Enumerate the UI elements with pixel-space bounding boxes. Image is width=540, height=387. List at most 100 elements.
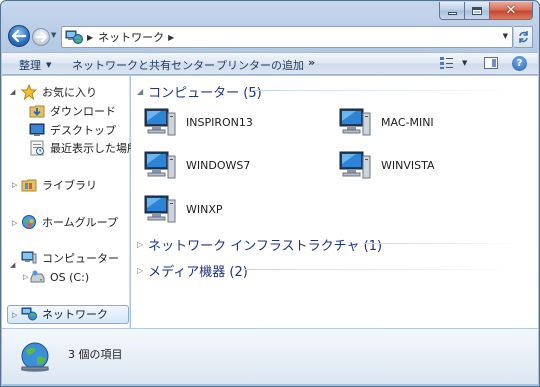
maximize-button[interactable] xyxy=(465,2,490,20)
network-icon xyxy=(21,307,37,321)
tree-item-recent-places[interactable]: 最近表示した場所 xyxy=(29,139,138,157)
refresh-button[interactable] xyxy=(514,26,533,48)
forward-button[interactable] xyxy=(32,28,50,46)
expand-arrow-icon[interactable]: ▷ xyxy=(12,219,17,227)
forward-arrow-icon xyxy=(35,32,47,42)
computer-icon xyxy=(339,108,371,136)
computer-item[interactable]: WINVISTA xyxy=(338,147,435,183)
tree-label-network: ネットワーク xyxy=(42,308,108,321)
chevron-down-icon[interactable]: ▼ xyxy=(462,59,467,67)
change-view-button[interactable]: ▼ xyxy=(439,56,467,70)
group-header-computers[interactable]: ◢ コンピューター (5) xyxy=(137,82,262,101)
tree-item-libraries[interactable]: ライブラリ xyxy=(21,176,97,194)
library-icon xyxy=(21,179,37,192)
recent-places-icon xyxy=(30,140,44,156)
computer-icon xyxy=(144,195,176,223)
computer-item[interactable]: INSPIRON13 xyxy=(143,104,253,140)
drive-icon xyxy=(30,270,45,283)
network-sharing-center-button[interactable]: ネットワークと共有センター xyxy=(72,57,215,73)
details-pane: 3 個の項目 xyxy=(2,328,538,384)
computer-item-label: WINXP xyxy=(186,202,223,216)
help-icon: ? xyxy=(516,58,523,69)
breadcrumb-separator-icon[interactable]: ▶ xyxy=(168,33,174,42)
tree-item-favorites[interactable]: お気に入り xyxy=(21,83,97,101)
group-header-network-infrastructure[interactable]: ▷ ネットワーク インフラストラクチャ (1) xyxy=(137,235,382,254)
network-sharing-center-label: ネットワークと共有センター xyxy=(72,59,215,72)
command-bar: 整理 ▼ ネットワークと共有センター プリンターの追加 » ▼ ? xyxy=(2,52,538,75)
tree-item-computer[interactable]: コンピューター xyxy=(21,249,119,267)
group-title-computers: コンピューター (5) xyxy=(148,86,262,101)
network-icon xyxy=(65,30,83,44)
refresh-icon xyxy=(518,31,528,43)
tree-label-favorites: お気に入り xyxy=(42,86,97,99)
network-globe-icon xyxy=(21,342,49,372)
tree-item-network[interactable]: ネットワーク xyxy=(21,305,108,323)
breadcrumb-separator-icon[interactable]: ▶ xyxy=(87,33,93,42)
group-title-media-devices: メディア機器 (2) xyxy=(148,265,248,280)
collapse-arrow-icon[interactable]: ◢ xyxy=(137,87,143,96)
tree-item-downloads[interactable]: ダウンロード xyxy=(29,102,116,120)
preview-pane-button[interactable] xyxy=(484,57,498,69)
tree-item-os-drive[interactable]: OS (C:) xyxy=(29,268,89,286)
recent-pages-dropdown[interactable]: ▼ xyxy=(51,31,56,39)
organize-label: 整理 xyxy=(19,59,41,72)
breadcrumb-network[interactable]: ネットワーク xyxy=(98,29,164,45)
expand-arrow-icon[interactable]: ▷ xyxy=(23,273,28,281)
expand-arrow-icon[interactable]: ◢ xyxy=(10,261,15,269)
computer-icon xyxy=(144,108,176,136)
chevron-down-icon: ▼ xyxy=(46,61,52,69)
expand-arrow-icon[interactable]: ▷ xyxy=(12,311,17,319)
help-button[interactable]: ? xyxy=(512,56,527,71)
item-count-text: 3 個の項目 xyxy=(68,348,123,361)
computer-item-label: WINDOWS7 xyxy=(186,158,251,172)
expand-arrow-icon[interactable]: ▷ xyxy=(137,266,143,275)
computer-item-label: INSPIRON13 xyxy=(186,115,253,129)
caption-buttons: ✕ xyxy=(439,2,533,20)
tree-label-desktop: デスクトップ xyxy=(50,124,116,137)
computer-item-label: WINVISTA xyxy=(381,158,435,172)
computer-icon xyxy=(144,151,176,179)
group-divider xyxy=(243,269,523,270)
close-button[interactable]: ✕ xyxy=(490,2,533,20)
group-divider xyxy=(251,90,521,91)
expand-arrow-icon[interactable]: ▷ xyxy=(137,240,143,249)
computer-icon xyxy=(21,251,37,264)
group-title-network-infrastructure: ネットワーク インフラストラクチャ (1) xyxy=(148,239,383,254)
homegroup-icon xyxy=(22,215,36,229)
address-dropdown-icon[interactable]: ▼ xyxy=(503,32,508,40)
maximize-icon xyxy=(472,6,482,15)
computer-item[interactable]: WINXP xyxy=(143,191,223,227)
tree-label-recent-places: 最近表示した場所 xyxy=(50,142,138,155)
back-arrow-icon xyxy=(12,30,26,42)
desktop-icon xyxy=(29,123,45,136)
expand-arrow-icon[interactable]: ◢ xyxy=(10,88,15,96)
computer-item-label: MAC-MINI xyxy=(381,115,434,129)
computer-item[interactable]: MAC-MINI xyxy=(338,104,434,140)
expand-arrow-icon[interactable]: ▷ xyxy=(12,181,17,189)
tree-label-homegroup: ホームグループ xyxy=(42,216,119,229)
computer-item[interactable]: WINDOWS7 xyxy=(143,147,250,183)
view-options-icon xyxy=(440,57,453,69)
tree-item-homegroup[interactable]: ホームグループ xyxy=(21,213,118,231)
computer-icon xyxy=(339,151,371,179)
tree-item-desktop[interactable]: デスクトップ xyxy=(29,121,116,139)
address-bar[interactable]: ▶ ネットワーク ▶ ▼ xyxy=(61,26,513,48)
organize-button[interactable]: 整理 ▼ xyxy=(19,57,51,73)
explorer-window: ✕ ▼ ▶ ネットワーク ▶ ▼ 整理 ▼ ネットワークと共有センター プリンタ… xyxy=(0,0,540,387)
tree-label-os-drive: OS (C:) xyxy=(50,270,90,284)
tree-label-downloads: ダウンロード xyxy=(50,105,116,118)
download-folder-icon xyxy=(29,105,45,118)
group-header-media-devices[interactable]: ▷ メディア機器 (2) xyxy=(137,261,248,280)
minimize-button[interactable] xyxy=(439,2,465,20)
group-divider xyxy=(363,243,523,244)
back-button[interactable] xyxy=(8,25,30,47)
navigation-pane: ◢ お気に入り ダウンロード デスクトップ 最近表示した場所 ▷ ライブラリ ▷… xyxy=(2,76,138,328)
add-printer-label: プリンターの追加 xyxy=(216,59,304,72)
add-printer-button[interactable]: プリンターの追加 xyxy=(216,57,304,73)
more-commands-button[interactable]: » xyxy=(308,56,315,69)
content-pane: ◢ コンピューター (5) INSPIRON13 MAC-MINI WINDOW… xyxy=(131,76,538,328)
minimize-icon xyxy=(447,12,457,15)
star-icon xyxy=(21,84,37,100)
tree-label-computer: コンピューター xyxy=(42,252,119,265)
tree-label-libraries: ライブラリ xyxy=(42,179,97,192)
